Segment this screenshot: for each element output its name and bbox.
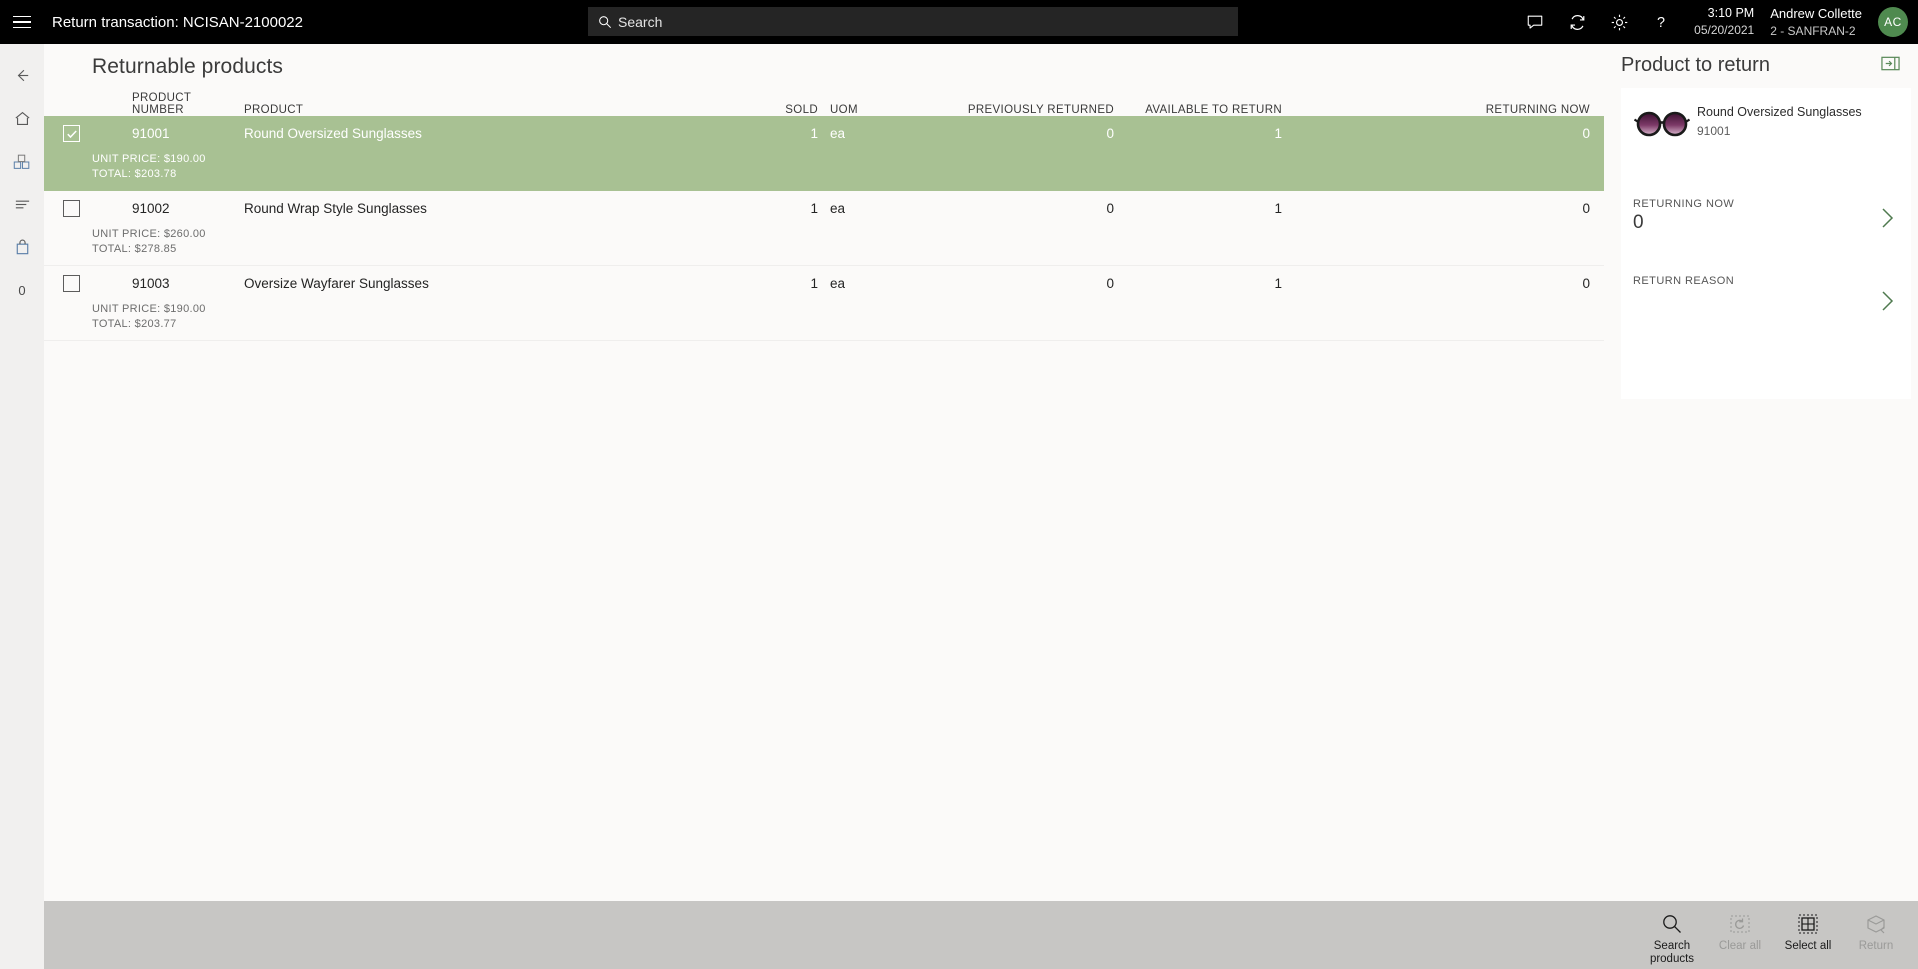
cell-returning-now: 0 bbox=[1582, 126, 1590, 141]
cell-uom: ea bbox=[830, 201, 846, 216]
cell-uom: ea bbox=[830, 126, 846, 141]
cell-available-to-return: 1 bbox=[1274, 276, 1282, 291]
left-navigation-rail: 0 bbox=[0, 44, 44, 969]
cell-available-to-return: 1 bbox=[1274, 201, 1282, 216]
cell-product: Round Wrap Style Sunglasses bbox=[244, 201, 427, 216]
cell-returning-now: 0 bbox=[1582, 201, 1590, 216]
panel-product-number: 91001 bbox=[1697, 123, 1731, 138]
returning-now-label: RETURNING NOW bbox=[1633, 198, 1735, 210]
table-row[interactable]: 91003 Oversize Wayfarer Sunglasses 1 ea … bbox=[44, 266, 1604, 341]
current-time: 3:10 PM bbox=[1707, 6, 1755, 21]
header-product-number: PRODUCT NUMBER bbox=[132, 92, 192, 116]
cell-previously-returned: 0 bbox=[1106, 276, 1114, 291]
return-reason-value bbox=[1633, 289, 1899, 311]
current-date: 05/20/2021 bbox=[1694, 23, 1755, 38]
select-all-label: Select all bbox=[1784, 940, 1832, 952]
row-checkbox[interactable] bbox=[44, 200, 92, 217]
return-label: Return bbox=[1858, 940, 1894, 952]
selected-product-summary: Round Oversized Sunglasses 91001 bbox=[1621, 88, 1911, 146]
topbar-actions: ? 3:10 PM 05/20/2021 Andrew Collette 2 -… bbox=[1514, 0, 1918, 44]
return-reason-label: RETURN REASON bbox=[1633, 275, 1735, 287]
cell-unit-price: UNIT PRICE: $260.00 bbox=[92, 228, 206, 240]
cell-returning-now: 0 bbox=[1582, 276, 1590, 291]
table-row[interactable]: 91001 Round Oversized Sunglasses 1 ea 0 … bbox=[44, 116, 1604, 191]
products-icon[interactable] bbox=[0, 140, 44, 183]
cell-sold: 1 bbox=[810, 276, 818, 291]
top-header-bar: Return transaction: NCISAN-2100022 Searc… bbox=[0, 0, 1918, 44]
cell-product-number: 91002 bbox=[132, 201, 170, 216]
search-placeholder: Search bbox=[618, 13, 663, 30]
list-icon[interactable] bbox=[0, 183, 44, 226]
row-checkbox[interactable] bbox=[44, 275, 92, 292]
returning-now-value: 0 bbox=[1633, 212, 1644, 233]
panel-title: Product to return bbox=[1621, 54, 1770, 76]
table-row[interactable]: 91002 Round Wrap Style Sunglasses 1 ea 0… bbox=[44, 191, 1604, 266]
cell-sold: 1 bbox=[810, 201, 818, 216]
select-all-button[interactable]: Select all bbox=[1777, 905, 1839, 965]
search-products-button[interactable]: Search products bbox=[1641, 905, 1703, 966]
return-reason-field[interactable]: RETURN REASON bbox=[1621, 275, 1911, 311]
clear-icon bbox=[1729, 911, 1751, 937]
cell-sold: 1 bbox=[810, 126, 818, 141]
svg-text:?: ? bbox=[1657, 15, 1665, 31]
grid-header-row: PRODUCT NUMBER PRODUCT SOLD UOM PREVIOUS… bbox=[44, 90, 1604, 116]
search-input[interactable]: Search bbox=[588, 7, 1238, 36]
avatar[interactable]: AC bbox=[1878, 7, 1908, 37]
panel-card: Round Oversized Sunglasses 91001 RETURNI… bbox=[1621, 88, 1911, 399]
cell-product: Oversize Wayfarer Sunglasses bbox=[244, 276, 429, 291]
header-sold: SOLD bbox=[785, 104, 818, 116]
cell-total: TOTAL: $203.77 bbox=[92, 317, 177, 330]
clear-all-label: Clear all bbox=[1718, 940, 1762, 952]
chevron-right-icon[interactable] bbox=[1879, 287, 1897, 320]
panel-product-name: Round Oversized Sunglasses bbox=[1697, 105, 1862, 119]
sunglasses-thumbnail bbox=[1633, 102, 1691, 146]
hamburger-icon[interactable] bbox=[0, 0, 44, 44]
panel-header: Product to return bbox=[1613, 44, 1918, 77]
search-icon bbox=[1661, 911, 1683, 937]
header-product: PRODUCT bbox=[244, 104, 304, 116]
user-store: 2 - SANFRAN-2 bbox=[1770, 23, 1856, 38]
chevron-right-icon[interactable] bbox=[1879, 204, 1897, 237]
cell-product: Round Oversized Sunglasses bbox=[244, 126, 422, 141]
cell-available-to-return: 1 bbox=[1274, 126, 1282, 141]
search-products-label: Search products bbox=[1649, 939, 1695, 965]
gear-icon[interactable] bbox=[1598, 0, 1640, 44]
cell-product-number: 91001 bbox=[132, 126, 170, 141]
user-info[interactable]: Andrew Collette 2 - SANFRAN-2 bbox=[1770, 5, 1862, 39]
returning-now-field[interactable]: RETURNING NOW 0 bbox=[1621, 198, 1911, 234]
search-icon bbox=[598, 15, 612, 29]
message-icon[interactable] bbox=[1514, 0, 1556, 44]
cell-product-number: 91003 bbox=[132, 276, 170, 291]
cell-unit-price: UNIT PRICE: $190.00 bbox=[92, 303, 206, 315]
user-name: Andrew Collette bbox=[1770, 6, 1862, 22]
cart-count[interactable]: 0 bbox=[0, 269, 44, 312]
return-box-icon bbox=[1865, 911, 1887, 937]
returnable-products-grid: PRODUCT NUMBER PRODUCT SOLD UOM PREVIOUS… bbox=[44, 90, 1604, 341]
back-icon[interactable] bbox=[0, 54, 44, 97]
help-icon[interactable]: ? bbox=[1640, 0, 1682, 44]
bottom-app-bar: Search products Clear all Select all Ret… bbox=[44, 901, 1918, 969]
header-available-to-return: AVAILABLE TO RETURN bbox=[1145, 104, 1282, 116]
cell-previously-returned: 0 bbox=[1106, 201, 1114, 216]
home-icon[interactable] bbox=[0, 97, 44, 140]
cell-previously-returned: 0 bbox=[1106, 126, 1114, 141]
product-to-return-panel: Product to return Round Oversized Sungla… bbox=[1613, 44, 1918, 901]
return-button: Return bbox=[1845, 905, 1907, 965]
header-returning-now: RETURNING NOW bbox=[1485, 104, 1590, 116]
header-uom: UOM bbox=[830, 104, 858, 116]
transaction-title: Return transaction: NCISAN-2100022 bbox=[52, 13, 303, 31]
row-checkbox[interactable] bbox=[44, 125, 92, 142]
cell-total: TOTAL: $278.85 bbox=[92, 242, 177, 255]
clock-display: 3:10 PM 05/20/2021 bbox=[1694, 5, 1754, 38]
header-previously-returned: PREVIOUSLY RETURNED bbox=[967, 104, 1114, 116]
clear-all-button: Clear all bbox=[1709, 905, 1771, 965]
bag-icon[interactable] bbox=[0, 226, 44, 269]
select-all-icon bbox=[1797, 911, 1819, 937]
cell-uom: ea bbox=[830, 276, 846, 291]
cell-unit-price: UNIT PRICE: $190.00 bbox=[92, 153, 206, 165]
cell-total: TOTAL: $203.78 bbox=[92, 167, 177, 180]
sync-icon[interactable] bbox=[1556, 0, 1598, 44]
dock-right-icon[interactable] bbox=[1881, 56, 1900, 76]
